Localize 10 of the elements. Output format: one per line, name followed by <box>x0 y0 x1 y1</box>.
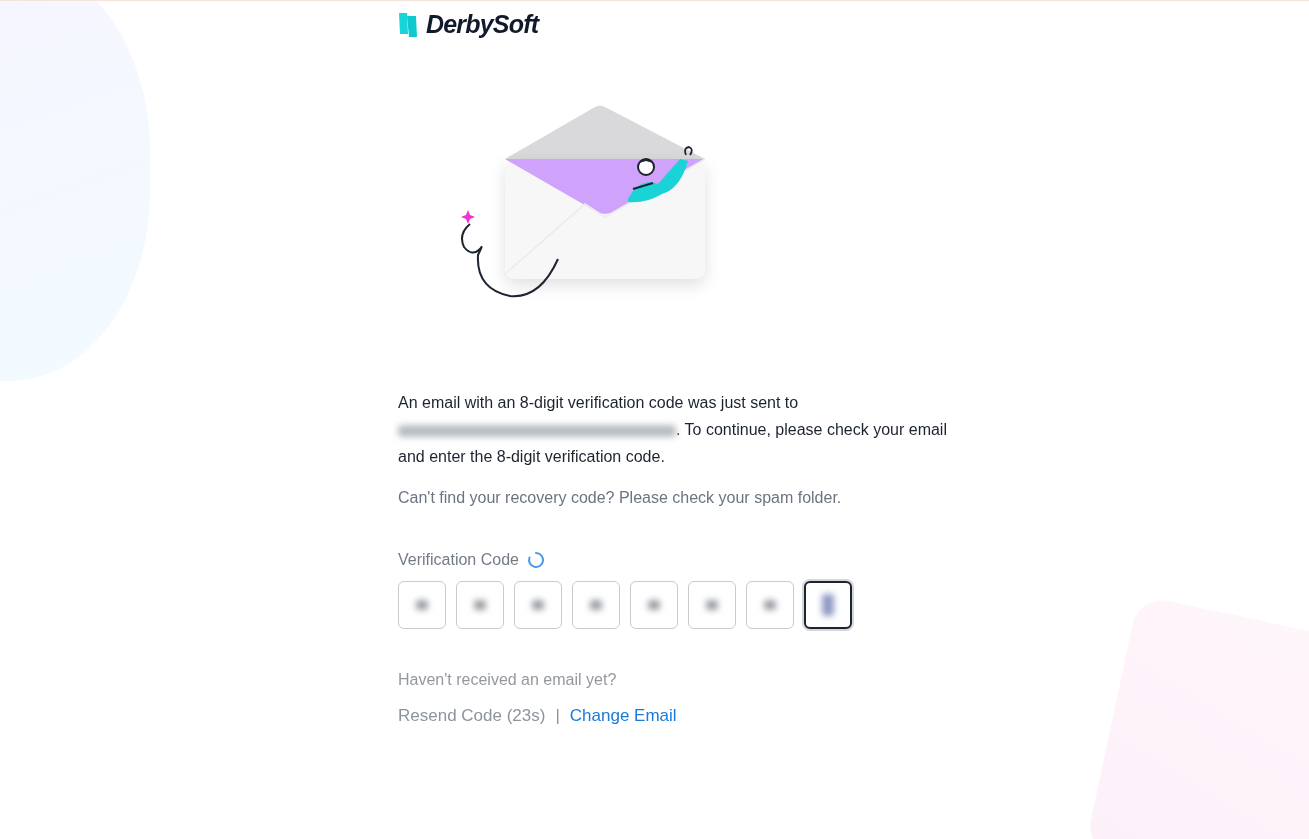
brand-name: DerbySoft <box>426 10 539 39</box>
change-email-link[interactable]: Change Email <box>569 706 677 726</box>
code-input-field[interactable] <box>804 581 852 629</box>
hint-text: Can't find your recovery code? Please check your spam folder. <box>398 488 842 508</box>
field-label: Verification Code <box>398 551 519 569</box>
logo-icon <box>398 11 418 38</box>
resend-code-link[interactable]: Resend Code (23s) <box>398 706 546 726</box>
resend-question-text: Haven't received an email yet? <box>398 671 617 689</box>
separator-text: | <box>555 706 560 726</box>
message-text: An email with an 8-digit verification code was just sent to . To continue, please check your email and enter the 8-digit verification code. <box>398 393 948 467</box>
